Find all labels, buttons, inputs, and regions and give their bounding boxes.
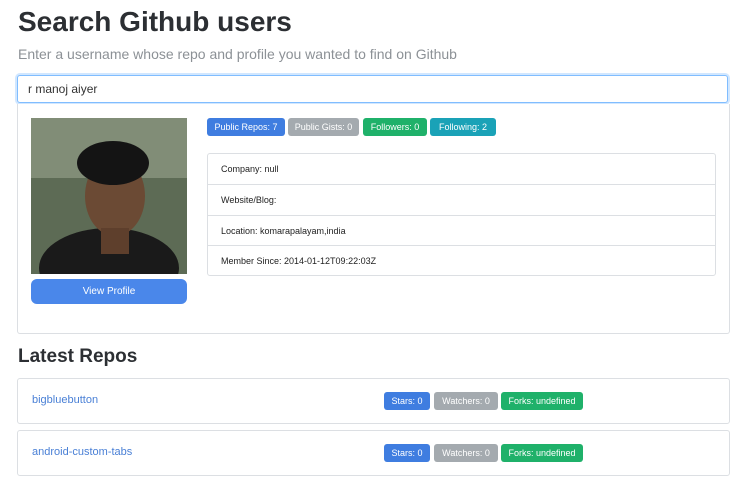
- followers-badge: Followers: 0: [363, 118, 427, 136]
- public-gists-badge: Public Gists: 0: [288, 118, 359, 136]
- member-since-item: Member Since: 2014-01-12T09:22:03Z: [208, 245, 715, 275]
- following-badge: Following: 2: [430, 118, 496, 136]
- location-item: Location: komarapalayam,india: [208, 215, 715, 245]
- repo-card: android-custom-tabs Stars: 0 Watchers: 0…: [17, 430, 730, 476]
- repo-link[interactable]: bigbluebutton: [32, 394, 98, 406]
- forks-badge: Forks: undefined: [501, 444, 583, 462]
- avatar-photo: [31, 118, 187, 274]
- company-item: Company: null: [221, 164, 279, 174]
- stars-badge: Stars: 0: [384, 444, 430, 462]
- view-profile-button[interactable]: View Profile: [31, 279, 187, 304]
- repo-link[interactable]: android-custom-tabs: [32, 446, 132, 458]
- watchers-badge: Watchers: 0: [434, 444, 498, 462]
- latest-repos-heading: Latest Repos: [18, 346, 138, 367]
- watchers-badge: Watchers: 0: [434, 392, 498, 410]
- website-item: Website/Blog:: [208, 184, 715, 214]
- stars-badge: Stars: 0: [384, 392, 430, 410]
- profile-details-list: Company: null Website/Blog: Location: ko…: [207, 153, 716, 276]
- avatar: [31, 118, 187, 274]
- repo-card: bigbluebutton Stars: 0 Watchers: 0 Forks…: [17, 378, 730, 424]
- public-repos-badge: Public Repos: 7: [207, 118, 285, 136]
- page-title: Search Github users: [18, 6, 292, 37]
- search-input[interactable]: [17, 75, 728, 103]
- page-subtitle: Enter a username whose repo and profile …: [18, 46, 457, 62]
- forks-badge: Forks: undefined: [501, 392, 583, 410]
